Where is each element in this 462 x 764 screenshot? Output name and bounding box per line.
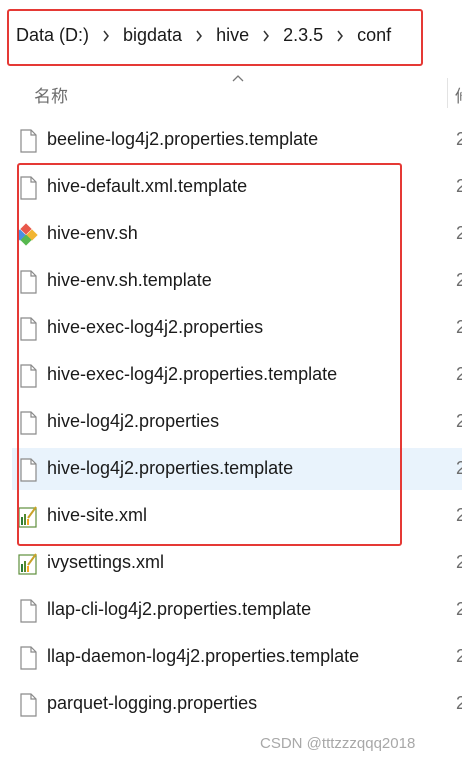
file-date-truncated: 2 xyxy=(456,646,462,666)
file-name[interactable]: llap-daemon-log4j2.properties.template xyxy=(47,646,359,667)
column-divider[interactable] xyxy=(447,78,448,108)
file-date-truncated: 2 xyxy=(456,270,462,290)
column-header-name[interactable]: 名称 xyxy=(34,82,68,107)
watermark: CSDN @tttzzzqqq2018 xyxy=(260,735,416,752)
file-date-truncated: 2 xyxy=(456,693,462,713)
file-name[interactable]: parquet-logging.properties xyxy=(47,693,257,714)
file-date-truncated: 2 xyxy=(456,599,462,619)
file-date-truncated: 2 xyxy=(456,176,462,196)
file-row[interactable]: llap-cli-log4j2.properties.template 2 xyxy=(0,589,462,631)
file-name[interactable]: llap-cli-log4j2.properties.template xyxy=(47,599,311,620)
file-icon xyxy=(17,599,39,623)
file-icon xyxy=(17,693,39,717)
file-date-truncated: 2 xyxy=(456,129,462,149)
column-header-date[interactable]: 修 xyxy=(455,82,462,107)
column-header: 名称 修 xyxy=(0,70,462,116)
file-row[interactable]: ivysettings.xml 2 xyxy=(0,542,462,584)
file-date-truncated: 2 xyxy=(456,552,462,572)
file-row[interactable]: parquet-logging.properties 2 xyxy=(0,683,462,725)
file-date-truncated: 2 xyxy=(456,317,462,337)
xml-file-icon xyxy=(17,552,39,576)
sort-ascending-icon xyxy=(231,70,245,88)
file-date-truncated: 2 xyxy=(456,505,462,525)
file-date-truncated: 2 xyxy=(456,223,462,243)
file-name[interactable]: ivysettings.xml xyxy=(47,552,164,573)
files-highlight-box xyxy=(17,163,402,546)
file-icon xyxy=(17,646,39,670)
file-date-truncated: 2 xyxy=(456,458,462,478)
file-row[interactable]: beeline-log4j2.properties.template 2 xyxy=(0,119,462,161)
file-date-truncated: 2 xyxy=(456,411,462,431)
file-date-truncated: 2 xyxy=(456,364,462,384)
file-name[interactable]: beeline-log4j2.properties.template xyxy=(47,129,318,150)
file-row[interactable]: llap-daemon-log4j2.properties.template 2 xyxy=(0,636,462,678)
file-icon xyxy=(17,129,39,153)
address-highlight-box xyxy=(7,9,423,66)
